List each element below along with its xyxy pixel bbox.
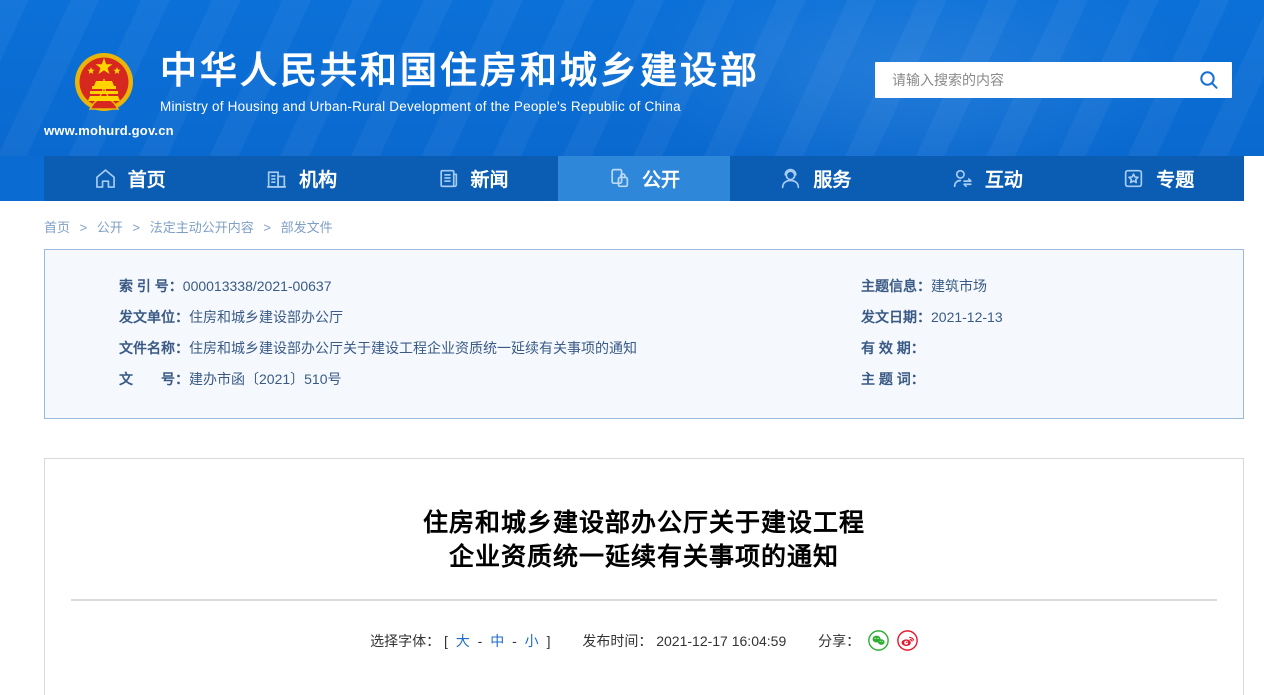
article-meta-row: 选择字体： [ 大 - 中 - 小 ] 发布时间： 2021-12-17 16:…	[45, 630, 1243, 651]
nav-item-news[interactable]: 新闻	[387, 156, 558, 201]
font-size-medium-link[interactable]: 中	[490, 633, 504, 649]
font-size-label: 选择字体：	[370, 633, 441, 649]
info-value: 建筑市场	[931, 278, 987, 294]
info-value: 建办市函〔2021〕510号	[189, 371, 342, 387]
breadcrumb-separator: >	[263, 220, 271, 235]
service-icon	[782, 168, 800, 189]
article-title-divider	[71, 599, 1217, 601]
info-row-index-number: 索 引 号： 000013338/2021-00637	[119, 276, 831, 296]
font-size-small-link[interactable]: 小	[525, 633, 539, 649]
search-icon	[1200, 71, 1218, 89]
document-info-left-column: 索 引 号： 000013338/2021-00637 发文单位： 住房和城乡建…	[119, 276, 861, 400]
info-label: 文 号：	[119, 371, 189, 387]
info-label: 发文日期：	[861, 309, 931, 325]
nav-item-label: 首页	[127, 170, 166, 191]
share-label: 分享：	[818, 633, 861, 649]
document-info-panel: 索 引 号： 000013338/2021-00637 发文单位： 住房和城乡建…	[44, 249, 1244, 419]
nav-item-disclosure[interactable]: 公开	[558, 156, 730, 201]
font-size-large-link[interactable]: 大	[456, 633, 470, 649]
nav-item-label: 专题	[1156, 170, 1195, 191]
font-size-dash: -	[477, 633, 483, 649]
main-nav: 首页 机构 新闻 公开 服务 互动 专题	[44, 156, 1244, 201]
site-url: www.mohurd.gov.cn	[44, 123, 174, 138]
document-info-right-column: 主题信息： 建筑市场 发文日期： 2021-12-13 有 效 期： 主 题 词…	[861, 276, 1213, 400]
weibo-share-icon[interactable]	[897, 630, 918, 651]
nav-item-home[interactable]: 首页	[44, 156, 215, 201]
nav-left-filler	[0, 156, 44, 201]
nav-item-service[interactable]: 服务	[730, 156, 901, 201]
info-label: 发文单位：	[119, 309, 189, 325]
info-row-issue-date: 发文日期： 2021-12-13	[861, 307, 1213, 327]
info-value: 住房和城乡建设部办公厅关于建设工程企业资质统一延续有关事项的通知	[189, 340, 637, 356]
publish-time-label: 发布时间：	[582, 633, 653, 649]
info-label: 主 题 词：	[861, 371, 925, 387]
nav-item-organization[interactable]: 机构	[215, 156, 386, 201]
info-label: 文件名称：	[119, 340, 189, 356]
interaction-icon	[953, 169, 972, 188]
breadcrumb-item-statutory-content[interactable]: 法定主动公开内容	[150, 220, 254, 235]
info-row-topic-info: 主题信息： 建筑市场	[861, 276, 1213, 296]
info-value: 住房和城乡建设部办公厅	[189, 309, 343, 325]
news-icon	[439, 169, 457, 188]
nav-item-interaction[interactable]: 互动	[901, 156, 1072, 201]
article-title-line2: 企业资质统一延续有关事项的通知	[448, 543, 839, 571]
article-title: 住房和城乡建设部办公厅关于建设工程 企业资质统一延续有关事项的通知	[45, 506, 1243, 574]
publish-time-value: 2021-12-17 16:04:59	[656, 633, 787, 649]
search-box	[875, 62, 1232, 98]
home-icon	[95, 169, 115, 188]
nav-item-label: 互动	[984, 170, 1023, 191]
info-row-validity-period: 有 效 期：	[861, 338, 1213, 358]
main-nav-row: 首页 机构 新闻 公开 服务 互动 专题	[0, 156, 1264, 201]
site-header: www.mohurd.gov.cn 中华人民共和国住房和城乡建设部 Minist…	[0, 0, 1264, 156]
info-value: 000013338/2021-00637	[182, 278, 332, 294]
article-panel: 住房和城乡建设部办公厅关于建设工程 企业资质统一延续有关事项的通知 选择字体： …	[44, 458, 1244, 695]
breadcrumb: 首页 > 公开 > 法定主动公开内容 > 部发文件	[44, 217, 1264, 236]
info-value: 2021-12-13	[931, 309, 1003, 325]
article-title-line1: 住房和城乡建设部办公厅关于建设工程	[422, 509, 865, 537]
breadcrumb-item-disclosure[interactable]: 公开	[97, 220, 123, 235]
info-label: 有 效 期：	[861, 340, 925, 356]
topics-icon	[1125, 169, 1143, 188]
nav-item-topics[interactable]: 专题	[1073, 156, 1244, 201]
info-row-document-name: 文件名称： 住房和城乡建设部办公厅关于建设工程企业资质统一延续有关事项的通知	[119, 338, 831, 358]
info-row-document-number: 文 号： 建办市函〔2021〕510号	[119, 369, 831, 389]
search-input[interactable]	[875, 62, 1186, 98]
nav-item-label: 服务	[813, 170, 852, 191]
publish-time-group: 发布时间： 2021-12-17 16:04:59	[582, 633, 790, 649]
info-row-issuing-unit: 发文单位： 住房和城乡建设部办公厅	[119, 307, 831, 327]
share-group: 分享：	[818, 630, 918, 651]
font-size-dash: -	[512, 633, 517, 649]
bracket-open: [	[443, 633, 448, 649]
breadcrumb-item-current: 部发文件	[280, 220, 333, 235]
nav-item-label: 机构	[299, 170, 338, 191]
wechat-share-icon[interactable]	[868, 630, 889, 651]
font-size-chooser: 选择字体： [ 大 - 中 - 小 ]	[370, 633, 554, 649]
organization-icon	[267, 171, 287, 188]
disclosure-icon	[611, 168, 629, 188]
breadcrumb-separator: >	[79, 220, 88, 235]
bracket-close: ]	[546, 633, 551, 649]
info-row-keywords: 主 题 词：	[861, 369, 1213, 389]
national-emblem-icon	[75, 53, 133, 111]
breadcrumb-item-home[interactable]: 首页	[44, 220, 70, 235]
breadcrumb-separator: >	[132, 220, 141, 235]
nav-item-label: 公开	[641, 170, 680, 191]
info-label: 主题信息：	[861, 278, 931, 294]
info-label: 索 引 号：	[119, 278, 183, 294]
site-title-cn: 中华人民共和国住房和城乡建设部	[160, 50, 760, 91]
nav-item-label: 新闻	[470, 170, 509, 191]
search-button[interactable]	[1186, 62, 1232, 98]
site-title-en: Ministry of Housing and Urban-Rural Deve…	[160, 99, 681, 114]
